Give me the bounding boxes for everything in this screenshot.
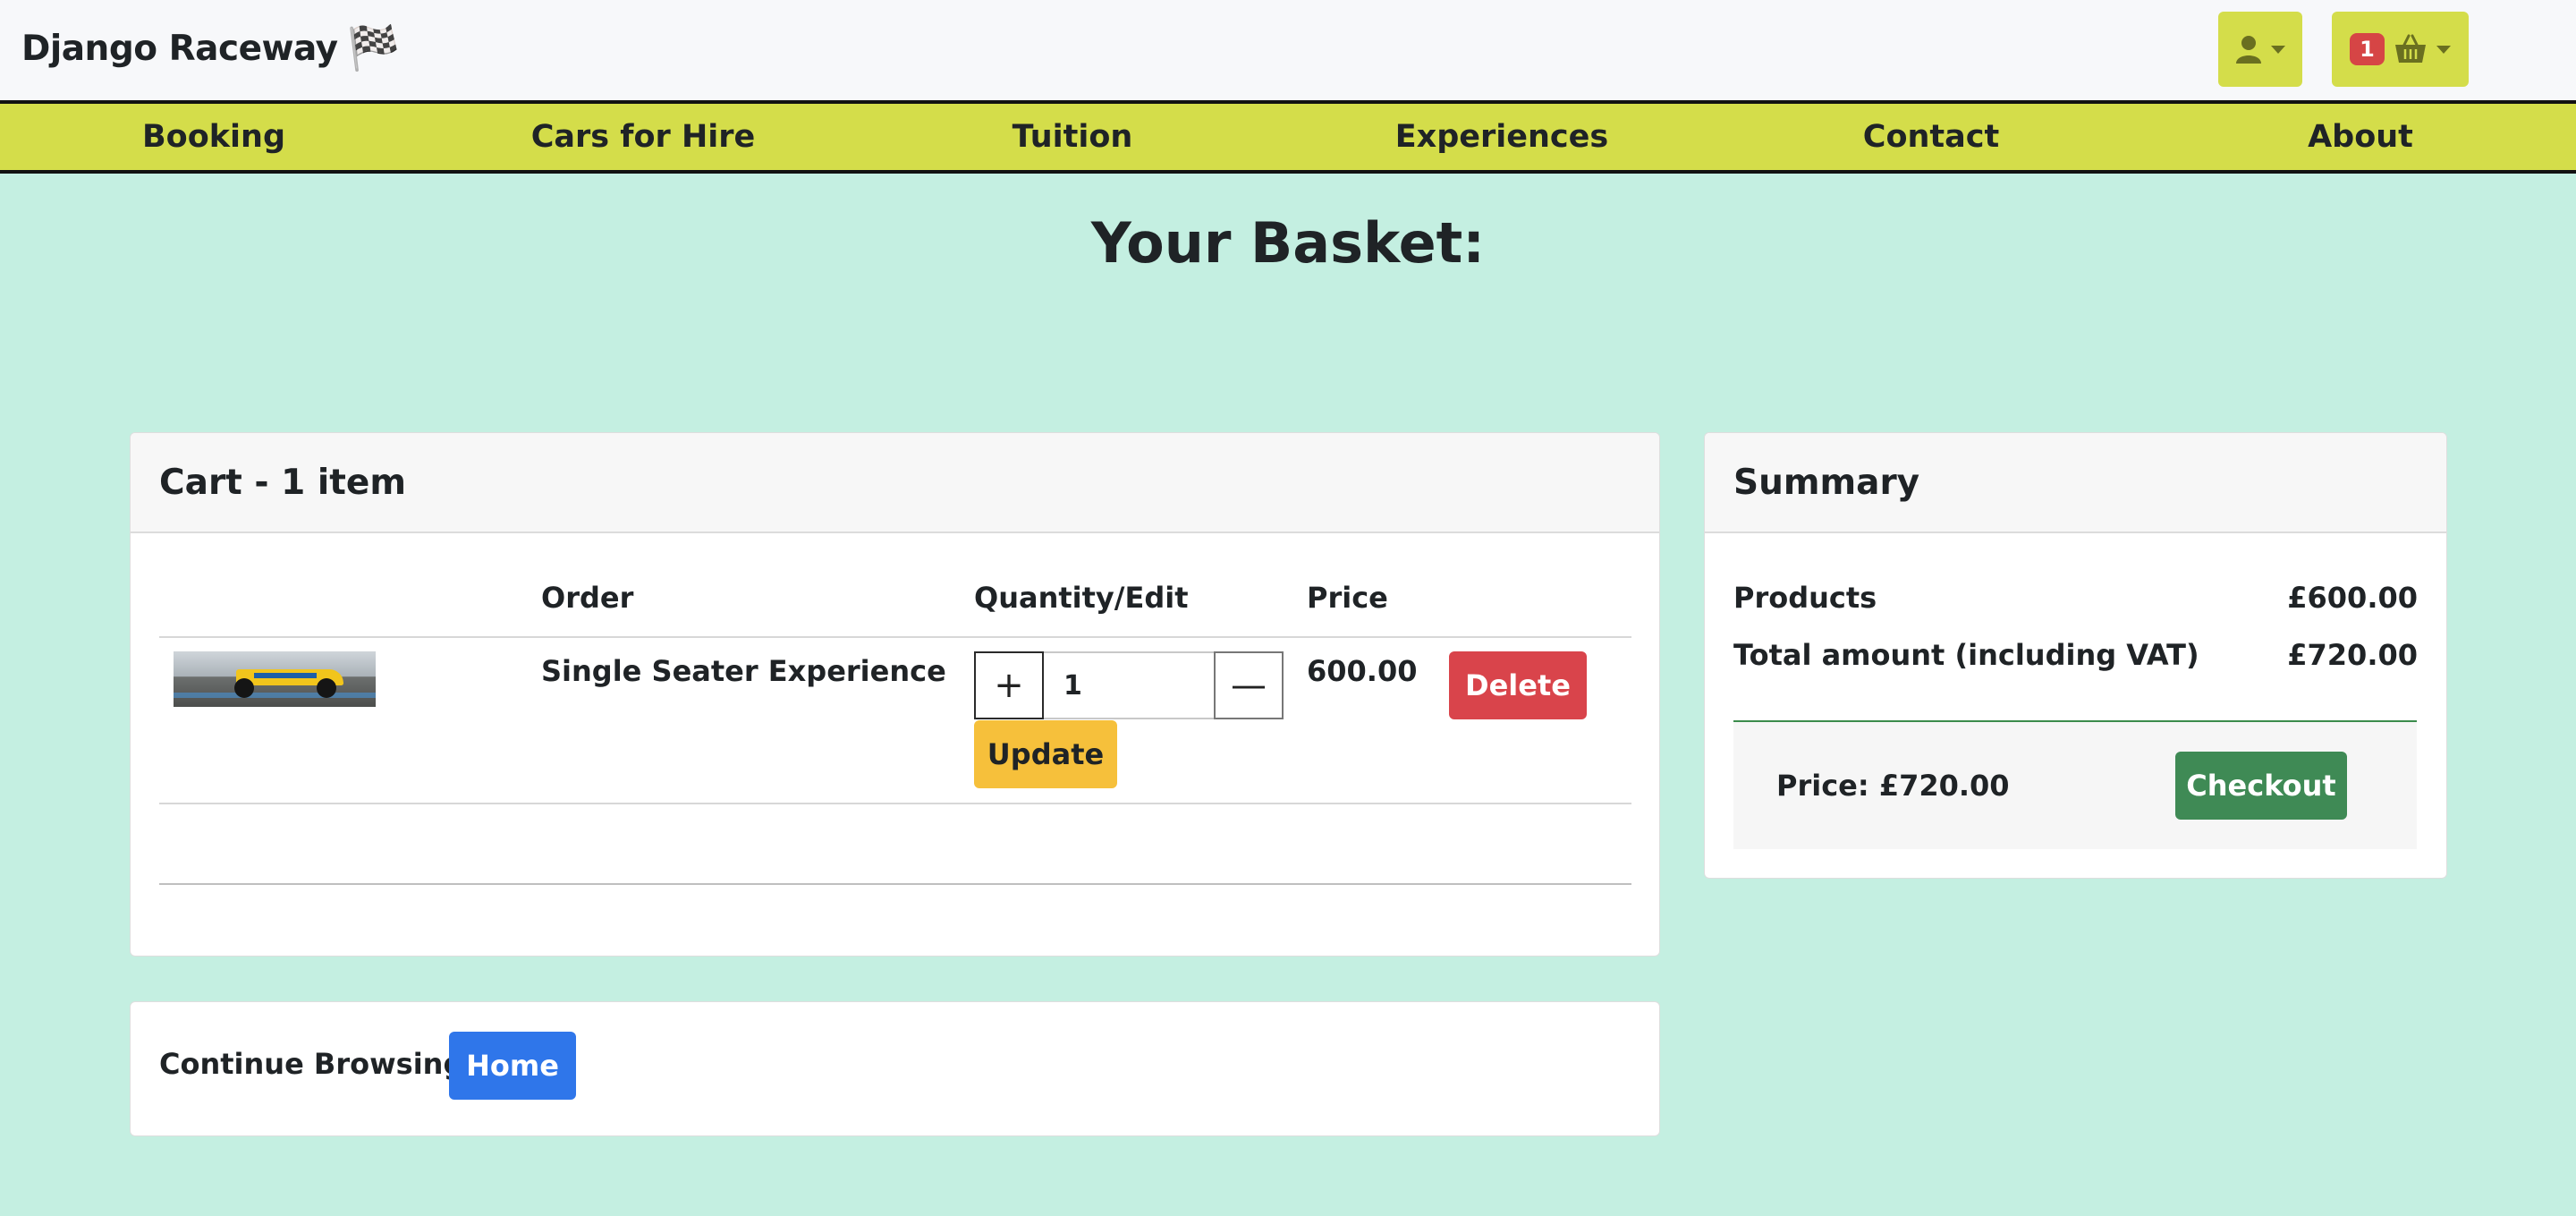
delete-button[interactable]: Delete: [1449, 651, 1587, 719]
continue-browsing-label: Continue Browsing:: [159, 1047, 476, 1081]
basket-count-badge: 1: [2350, 33, 2385, 65]
final-price: Price: £720.00: [1776, 769, 2010, 803]
nav-item-experiences[interactable]: Experiences: [1395, 104, 1609, 170]
cart-card: Cart - 1 item Order Quantity/Edit Price …: [130, 432, 1660, 957]
continue-browsing-card: Continue Browsing: Home: [130, 1001, 1660, 1136]
table-divider: [159, 803, 1631, 804]
table-divider: [159, 883, 1631, 885]
brand-name[interactable]: Django Raceway: [21, 29, 338, 69]
cart-header: Cart - 1 item: [131, 433, 1659, 533]
user-icon: [2236, 36, 2261, 64]
table-divider: [159, 636, 1631, 638]
decrease-quantity-button[interactable]: —: [1214, 651, 1284, 719]
total-value: £720.00: [2287, 638, 2418, 672]
column-header-price: Price: [1307, 581, 1388, 615]
column-header-order: Order: [541, 581, 634, 615]
checkout-button[interactable]: Checkout: [2175, 752, 2347, 820]
chevron-down-icon: [2436, 45, 2451, 54]
nav-item-tuition[interactable]: Tuition: [1013, 104, 1133, 170]
summary-card: Summary Products £600.00 Total amount (i…: [1704, 432, 2447, 879]
top-bar: Django Raceway 🏁 1: [0, 0, 2576, 100]
checkered-flag-icon: 🏁: [346, 23, 401, 73]
total-label: Total amount (including VAT): [1733, 638, 2199, 672]
nav-item-booking[interactable]: Booking: [142, 104, 285, 170]
main-nav: Booking Cars for Hire Tuition Experience…: [0, 100, 2576, 174]
brand-logo[interactable]: Django Raceway 🏁: [21, 21, 400, 75]
racing-car-image: [174, 651, 376, 707]
quantity-stepper: + —: [974, 651, 1284, 719]
item-name: Single Seater Experience: [541, 654, 946, 688]
basket-icon: [2394, 34, 2426, 63]
increase-quantity-button[interactable]: +: [974, 651, 1044, 719]
products-value: £600.00: [2287, 581, 2418, 615]
chevron-down-icon: [2271, 45, 2285, 54]
quantity-input[interactable]: [1044, 651, 1214, 719]
account-dropdown-button[interactable]: [2218, 12, 2302, 87]
column-header-quantity: Quantity/Edit: [974, 581, 1189, 615]
nav-item-cars-for-hire[interactable]: Cars for Hire: [531, 104, 756, 170]
update-button[interactable]: Update: [974, 720, 1117, 788]
basket-dropdown-button[interactable]: 1: [2332, 12, 2469, 87]
summary-header: Summary: [1705, 433, 2446, 533]
products-label: Products: [1733, 581, 1877, 615]
page-title: Your Basket:: [1090, 210, 1486, 276]
home-button[interactable]: Home: [449, 1032, 576, 1100]
nav-item-contact[interactable]: Contact: [1863, 104, 1999, 170]
item-price: 600.00: [1307, 654, 1418, 688]
nav-item-about[interactable]: About: [2308, 104, 2413, 170]
